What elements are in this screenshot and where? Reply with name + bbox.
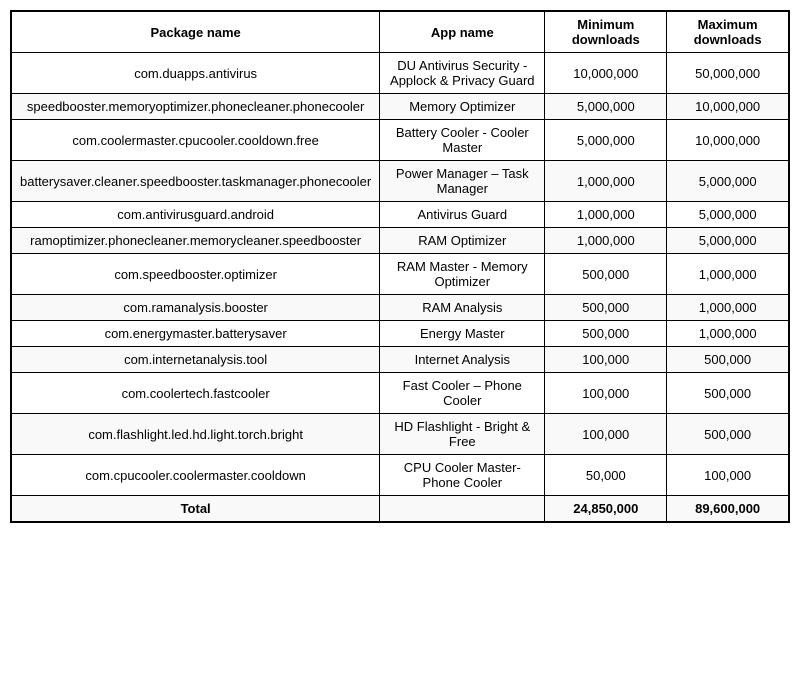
cell-package: Total	[11, 496, 380, 523]
cell-min: 1,000,000	[545, 161, 667, 202]
cell-min: 500,000	[545, 295, 667, 321]
cell-max: 50,000,000	[667, 53, 789, 94]
cell-min: 1,000,000	[545, 228, 667, 254]
cell-package: com.energymaster.batterysaver	[11, 321, 380, 347]
cell-min: 100,000	[545, 414, 667, 455]
cell-max: 10,000,000	[667, 120, 789, 161]
cell-max: 1,000,000	[667, 295, 789, 321]
table-body: com.duapps.antivirusDU Antivirus Securit…	[11, 53, 789, 523]
header-row: Package name App name Minimum downloads …	[11, 11, 789, 53]
cell-package: com.internetanalysis.tool	[11, 347, 380, 373]
cell-package: com.ramanalysis.booster	[11, 295, 380, 321]
cell-min: 10,000,000	[545, 53, 667, 94]
table-row: com.duapps.antivirusDU Antivirus Securit…	[11, 53, 789, 94]
cell-appname: RAM Master - Memory Optimizer	[380, 254, 545, 295]
cell-max: 5,000,000	[667, 202, 789, 228]
table-row: com.antivirusguard.androidAntivirus Guar…	[11, 202, 789, 228]
header-appname: App name	[380, 11, 545, 53]
cell-min: 24,850,000	[545, 496, 667, 523]
cell-max: 500,000	[667, 414, 789, 455]
cell-package: com.cpucooler.coolermaster.cooldown	[11, 455, 380, 496]
cell-appname: Memory Optimizer	[380, 94, 545, 120]
table-row: com.coolertech.fastcoolerFast Cooler – P…	[11, 373, 789, 414]
cell-appname: Battery Cooler - Cooler Master	[380, 120, 545, 161]
data-table: Package name App name Minimum downloads …	[10, 10, 790, 523]
cell-appname: Energy Master	[380, 321, 545, 347]
table-row: ramoptimizer.phonecleaner.memorycleaner.…	[11, 228, 789, 254]
cell-package: com.speedbooster.optimizer	[11, 254, 380, 295]
cell-appname: Internet Analysis	[380, 347, 545, 373]
cell-max: 1,000,000	[667, 254, 789, 295]
main-container: Package name App name Minimum downloads …	[10, 10, 790, 523]
cell-package: com.duapps.antivirus	[11, 53, 380, 94]
cell-max: 5,000,000	[667, 228, 789, 254]
cell-max: 1,000,000	[667, 321, 789, 347]
cell-min: 5,000,000	[545, 94, 667, 120]
table-row: Total 24,850,00089,600,000	[11, 496, 789, 523]
cell-appname: RAM Optimizer	[380, 228, 545, 254]
cell-max: 10,000,000	[667, 94, 789, 120]
table-row: com.cpucooler.coolermaster.cooldownCPU C…	[11, 455, 789, 496]
cell-appname: DU Antivirus Security - Applock & Privac…	[380, 53, 545, 94]
header-min-downloads: Minimum downloads	[545, 11, 667, 53]
cell-min: 5,000,000	[545, 120, 667, 161]
table-row: com.energymaster.batterysaverEnergy Mast…	[11, 321, 789, 347]
header-package: Package name	[11, 11, 380, 53]
cell-package: speedbooster.memoryoptimizer.phonecleane…	[11, 94, 380, 120]
cell-max: 500,000	[667, 373, 789, 414]
cell-max: 5,000,000	[667, 161, 789, 202]
cell-min: 500,000	[545, 321, 667, 347]
cell-min: 50,000	[545, 455, 667, 496]
cell-package: com.flashlight.led.hd.light.torch.bright	[11, 414, 380, 455]
table-row: com.flashlight.led.hd.light.torch.bright…	[11, 414, 789, 455]
cell-appname: CPU Cooler Master- Phone Cooler	[380, 455, 545, 496]
table-row: com.internetanalysis.toolInternet Analys…	[11, 347, 789, 373]
cell-package: batterysaver.cleaner.speedbooster.taskma…	[11, 161, 380, 202]
table-row: com.coolermaster.cpucooler.cooldown.free…	[11, 120, 789, 161]
table-row: com.ramanalysis.boosterRAM Analysis500,0…	[11, 295, 789, 321]
cell-max: 500,000	[667, 347, 789, 373]
cell-min: 100,000	[545, 347, 667, 373]
cell-appname: Power Manager – Task Manager	[380, 161, 545, 202]
cell-max: 89,600,000	[667, 496, 789, 523]
cell-appname: HD Flashlight - Bright & Free	[380, 414, 545, 455]
cell-appname: Antivirus Guard	[380, 202, 545, 228]
cell-appname: Fast Cooler – Phone Cooler	[380, 373, 545, 414]
cell-min: 100,000	[545, 373, 667, 414]
table-row: com.speedbooster.optimizerRAM Master - M…	[11, 254, 789, 295]
cell-package: com.coolermaster.cpucooler.cooldown.free	[11, 120, 380, 161]
cell-min: 500,000	[545, 254, 667, 295]
cell-appname: RAM Analysis	[380, 295, 545, 321]
header-max-downloads: Maximum downloads	[667, 11, 789, 53]
cell-max: 100,000	[667, 455, 789, 496]
cell-appname	[380, 496, 545, 523]
cell-package: com.antivirusguard.android	[11, 202, 380, 228]
table-row: batterysaver.cleaner.speedbooster.taskma…	[11, 161, 789, 202]
cell-package: ramoptimizer.phonecleaner.memorycleaner.…	[11, 228, 380, 254]
cell-min: 1,000,000	[545, 202, 667, 228]
cell-package: com.coolertech.fastcooler	[11, 373, 380, 414]
table-row: speedbooster.memoryoptimizer.phonecleane…	[11, 94, 789, 120]
